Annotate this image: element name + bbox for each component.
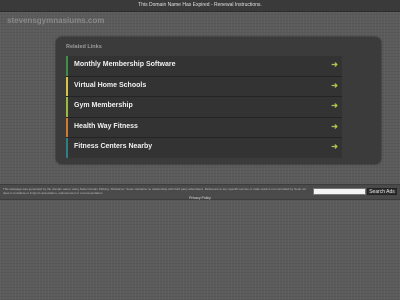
privacy-policy-link[interactable]: Privacy Policy xyxy=(0,196,400,200)
link-accent-bar xyxy=(66,138,68,158)
related-link-item[interactable]: Virtual Home Schools ➜ xyxy=(66,76,342,97)
related-link-label[interactable]: Health Way Fitness xyxy=(74,123,138,130)
disclaimer-text: This webpage was generated by the domain… xyxy=(3,187,307,195)
search-input[interactable] xyxy=(313,188,366,195)
arrow-right-icon[interactable]: ➜ xyxy=(331,142,338,151)
related-link-label[interactable]: Gym Membership xyxy=(74,102,133,109)
related-links-title: Related Links xyxy=(66,44,102,50)
arrow-right-icon[interactable]: ➜ xyxy=(331,101,338,110)
related-link-label[interactable]: Fitness Centers Nearby xyxy=(74,143,152,150)
related-link-label[interactable]: Monthly Membership Software xyxy=(74,61,176,68)
link-accent-bar xyxy=(66,97,68,117)
search-ads-button[interactable]: Search Ads xyxy=(367,188,397,195)
arrow-right-icon[interactable]: ➜ xyxy=(331,122,338,131)
related-link-item[interactable]: Health Way Fitness ➜ xyxy=(66,117,342,138)
expired-notice-link[interactable]: This Domain Name Has Expired - Renewal I… xyxy=(0,1,400,10)
link-accent-bar xyxy=(66,117,68,137)
link-accent-bar xyxy=(66,76,68,96)
related-link-item[interactable]: Fitness Centers Nearby ➜ xyxy=(66,138,342,158)
related-link-item[interactable]: Gym Membership ➜ xyxy=(66,97,342,118)
arrow-right-icon[interactable]: ➜ xyxy=(331,60,338,69)
expired-notice-bar: This Domain Name Has Expired - Renewal I… xyxy=(0,0,400,12)
arrow-right-icon[interactable]: ➜ xyxy=(331,81,338,90)
related-link-label[interactable]: Virtual Home Schools xyxy=(74,82,146,89)
related-links-panel: Related Links Monthly Membership Softwar… xyxy=(56,37,381,164)
domain-title: stevensgymnasiums.com xyxy=(7,16,105,25)
related-link-item[interactable]: Monthly Membership Software ➜ xyxy=(66,56,342,77)
related-links-list: Monthly Membership Software ➜ Virtual Ho… xyxy=(66,56,342,158)
link-accent-bar xyxy=(66,56,68,76)
